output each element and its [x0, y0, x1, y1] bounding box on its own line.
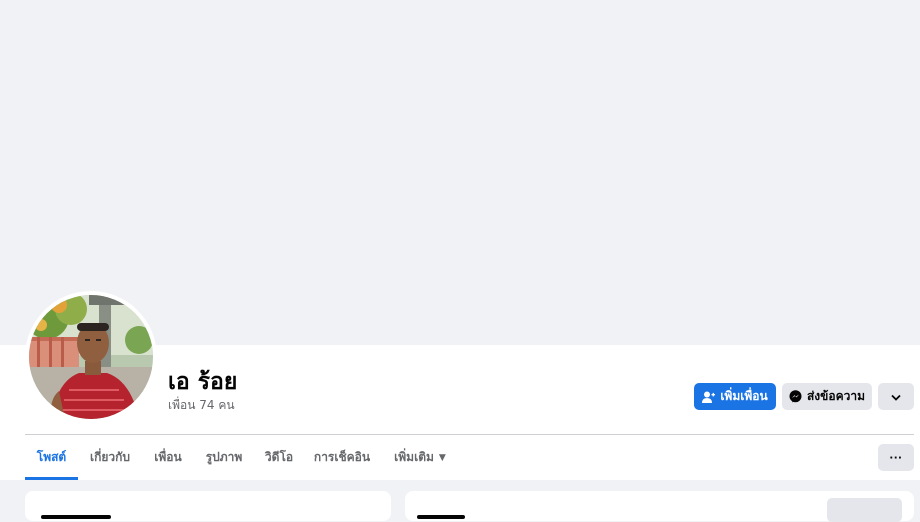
message-label: ส่งข้อความ: [806, 389, 865, 403]
avatar-photo: [29, 295, 153, 419]
posts-card-title-stub: [417, 515, 465, 519]
tab-checkins[interactable]: การเช็คอิน: [310, 435, 374, 480]
tab-friends[interactable]: เพื่อน: [146, 435, 190, 480]
tab-photos[interactable]: รูปภาพ: [198, 435, 250, 480]
tab-label: รูปภาพ: [205, 450, 243, 464]
cover-photo: [2, 0, 920, 345]
tab-label: การเช็คอิน: [313, 450, 371, 464]
filter-button[interactable]: [827, 498, 902, 522]
tab-label: เกี่ยวกับ: [89, 450, 131, 464]
friends-count[interactable]: เพื่อน 74 คน: [168, 396, 235, 415]
intro-card: [25, 491, 391, 521]
profile-options-button[interactable]: [878, 383, 914, 410]
tab-posts[interactable]: โพสต์: [25, 435, 78, 480]
cover-photo-area[interactable]: [0, 0, 920, 345]
add-friend-button[interactable]: เพิ่มเพื่อน: [694, 383, 776, 410]
tabs-more-button[interactable]: ···: [878, 444, 914, 471]
add-friend-icon: [702, 391, 716, 403]
avatar[interactable]: [29, 295, 153, 419]
tab-label: เพื่อน: [154, 450, 182, 464]
messenger-icon: [789, 390, 802, 403]
message-button[interactable]: ส่งข้อความ: [782, 383, 872, 410]
chevron-down-icon: [891, 390, 901, 404]
tab-label: วิดีโอ: [264, 450, 294, 464]
tab-about[interactable]: เกี่ยวกับ: [80, 435, 140, 480]
posts-card: [405, 491, 914, 522]
caret-down-icon: ▼: [438, 452, 446, 463]
tab-more[interactable]: เพิ่มเติม ▼: [389, 435, 451, 480]
profile-name: เอ ร้อย: [168, 369, 238, 395]
tab-videos[interactable]: วิดีโอ: [259, 435, 299, 480]
tab-label: โพสต์: [36, 450, 67, 464]
tab-label: เพิ่มเติม: [394, 450, 434, 464]
ellipsis-icon: ···: [889, 450, 903, 465]
add-friend-label: เพิ่มเพื่อน: [720, 389, 768, 403]
intro-card-title-stub: [41, 515, 111, 519]
